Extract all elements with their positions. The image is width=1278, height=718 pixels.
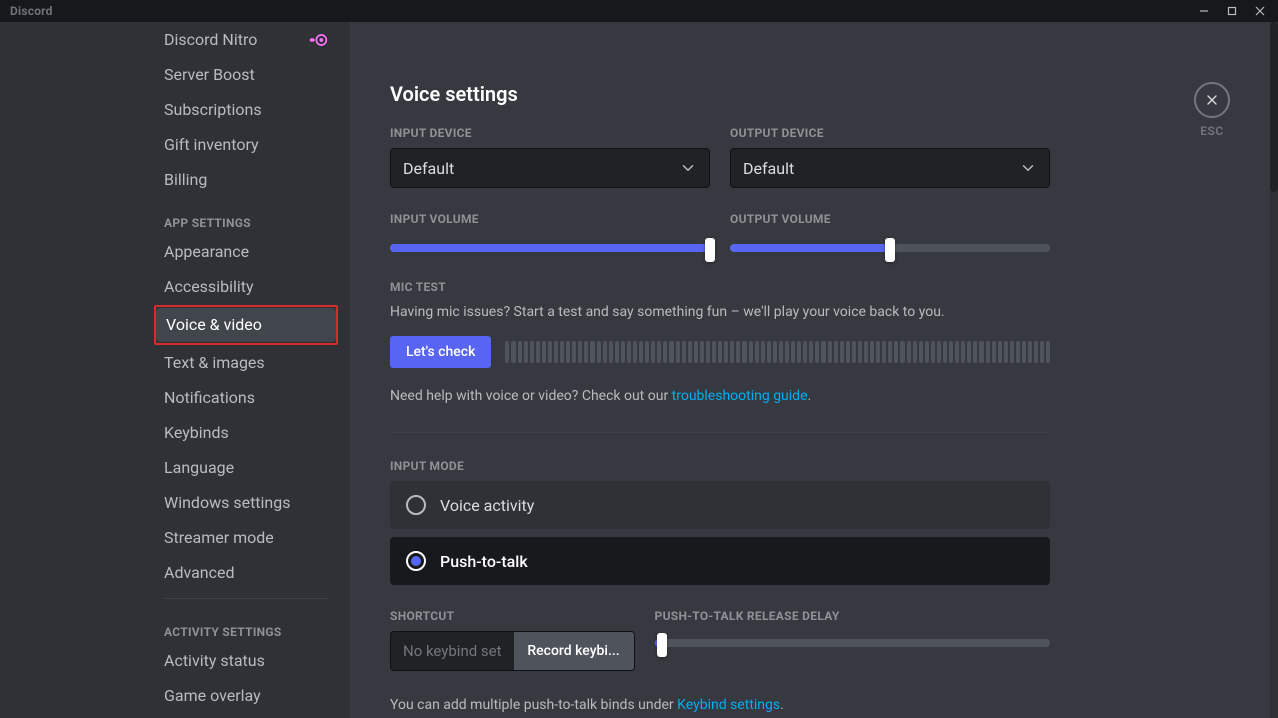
radio-label: Push-to-talk [440, 552, 528, 571]
push-to-talk-footnote: You can add multiple push-to-talk binds … [390, 697, 1050, 713]
nitro-icon [308, 33, 328, 47]
radio-icon [406, 551, 426, 571]
release-delay-slider[interactable] [655, 639, 1050, 647]
title-bar: Discord [0, 0, 1278, 22]
close-settings-button[interactable] [1194, 82, 1230, 118]
sidebar-item-label: Activity status [164, 650, 265, 672]
sidebar-item-label: Voice & video [166, 314, 262, 336]
keybind-box: No keybind set Record keybi... [390, 631, 635, 671]
sidebar-item-label: Accessibility [164, 276, 254, 298]
sidebar-separator [164, 598, 328, 599]
input-mode-label: INPUT MODE [390, 459, 1050, 473]
sidebar-item-advanced[interactable]: Advanced [154, 556, 338, 590]
sidebar-item-billing[interactable]: Billing [154, 163, 338, 197]
slider-fill [730, 244, 890, 252]
settings-content: ESC Voice settings INPUT DEVICE Default … [350, 22, 1278, 718]
slider-handle[interactable] [885, 238, 895, 262]
sidebar-item-label: Appearance [164, 241, 249, 263]
sidebar-item-label: Notifications [164, 387, 255, 409]
sidebar-item-appearance[interactable]: Appearance [154, 235, 338, 269]
sidebar-item-label: Gift inventory [164, 134, 259, 156]
keybind-value: No keybind set [391, 632, 514, 670]
sidebar-item-label: Keybinds [164, 422, 229, 444]
chevron-down-icon [679, 159, 697, 177]
sidebar-item-windows-settings[interactable]: Windows settings [154, 486, 338, 520]
close-esc-label: ESC [1194, 124, 1230, 138]
slider-handle[interactable] [657, 633, 667, 657]
mic-test-description: Having mic issues? Start a test and say … [390, 302, 1050, 322]
sidebar-item-language[interactable]: Language [154, 451, 338, 485]
sidebar-item-voice-video[interactable]: Voice & video [156, 308, 336, 342]
sidebar-item-accessibility[interactable]: Accessibility [154, 270, 338, 304]
mic-test-label: MIC TEST [390, 280, 1050, 294]
troubleshooting-link[interactable]: troubleshooting guide [672, 388, 808, 404]
input-volume-label: INPUT VOLUME [390, 212, 710, 226]
input-device-value: Default [403, 159, 454, 178]
input-volume-slider[interactable] [390, 244, 710, 252]
output-volume-slider[interactable] [730, 244, 1050, 252]
shortcut-label: SHORTCUT [390, 609, 635, 623]
highlight-voice-video: Voice & video [154, 305, 338, 345]
sidebar-item-label: Server Boost [164, 64, 255, 86]
sidebar-item-label: Streamer mode [164, 527, 274, 549]
divider [390, 432, 1050, 433]
maximize-button[interactable] [1218, 0, 1246, 22]
close-icon [1204, 92, 1220, 108]
sidebar-item-discord-nitro[interactable]: Discord Nitro [154, 23, 338, 57]
chevron-down-icon [1019, 159, 1037, 177]
release-delay-label: PUSH-TO-TALK RELEASE DELAY [655, 609, 1050, 623]
sidebar-header-app-settings: APP SETTINGS [154, 198, 338, 234]
sidebar-item-label: Windows settings [164, 492, 291, 514]
output-device-select[interactable]: Default [730, 148, 1050, 188]
mic-level-meter [505, 341, 1050, 363]
sidebar-item-label: Subscriptions [164, 99, 262, 121]
minimize-button[interactable] [1190, 0, 1218, 22]
sidebar-item-gift-inventory[interactable]: Gift inventory [154, 128, 338, 162]
sidebar-item-label: Billing [164, 169, 207, 191]
sidebar-header-activity-settings: ACTIVITY SETTINGS [154, 607, 338, 643]
sidebar-item-keybinds[interactable]: Keybinds [154, 416, 338, 450]
sidebar-item-game-overlay[interactable]: Game overlay [154, 679, 338, 713]
sidebar-item-label: Advanced [164, 562, 235, 584]
help-text: Need help with voice or video? Check out… [390, 386, 1050, 406]
sidebar-item-label: Text & images [164, 352, 265, 374]
app-brand: Discord [10, 4, 53, 18]
output-device-label: OUTPUT DEVICE [730, 126, 1050, 140]
slider-fill [390, 244, 710, 252]
content-scrollbar[interactable] [1270, 22, 1278, 718]
input-mode-voice-activity[interactable]: Voice activity [390, 481, 1050, 529]
input-device-select[interactable]: Default [390, 148, 710, 188]
radio-label: Voice activity [440, 496, 534, 515]
output-volume-label: OUTPUT VOLUME [730, 212, 1050, 226]
input-device-label: INPUT DEVICE [390, 126, 710, 140]
sidebar-item-server-boost[interactable]: Server Boost [154, 58, 338, 92]
window-close-button[interactable] [1246, 0, 1274, 22]
sidebar-item-text-images[interactable]: Text & images [154, 346, 338, 380]
sidebar-item-label: Language [164, 457, 234, 479]
window-buttons [1190, 0, 1274, 22]
input-mode-push-to-talk[interactable]: Push-to-talk [390, 537, 1050, 585]
keybind-settings-link[interactable]: Keybind settings [677, 697, 780, 713]
record-keybind-button[interactable]: Record keybi... [514, 632, 634, 670]
output-device-value: Default [743, 159, 794, 178]
sidebar-item-label: Game overlay [164, 685, 261, 707]
sidebar-item-label: Discord Nitro [164, 29, 257, 51]
sidebar-item-streamer-mode[interactable]: Streamer mode [154, 521, 338, 555]
settings-sidebar: Discord Nitro Server Boost Subscriptions… [0, 22, 350, 718]
sidebar-item-subscriptions[interactable]: Subscriptions [154, 93, 338, 127]
radio-icon [406, 495, 426, 515]
slider-handle[interactable] [705, 238, 715, 262]
page-title: Voice settings [390, 82, 1050, 106]
mic-test-button[interactable]: Let's check [390, 336, 491, 368]
sidebar-item-notifications[interactable]: Notifications [154, 381, 338, 415]
sidebar-item-activity-status[interactable]: Activity status [154, 644, 338, 678]
